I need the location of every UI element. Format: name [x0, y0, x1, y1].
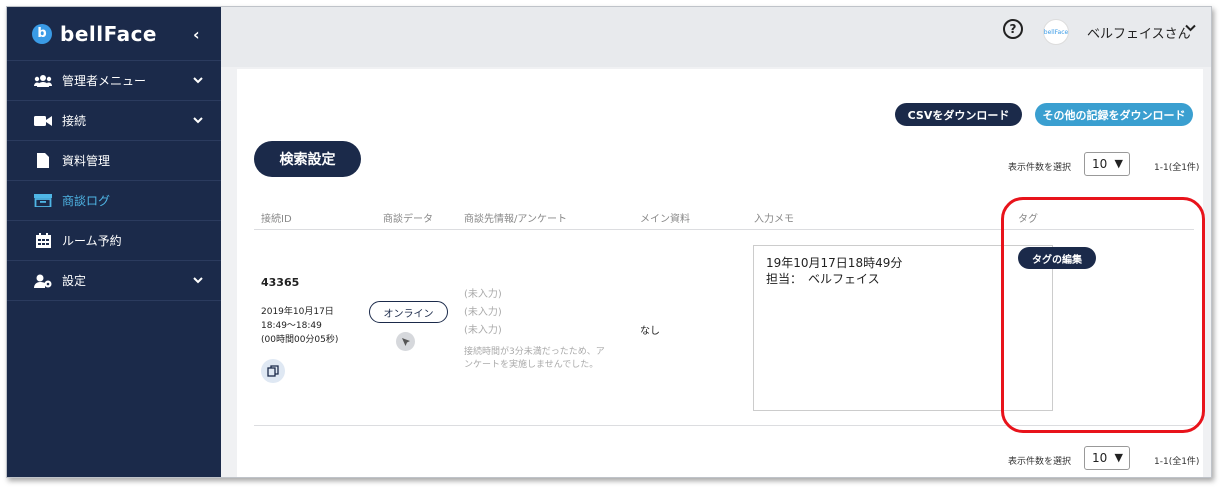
logo-text: bellFace	[60, 21, 157, 46]
chevron-down-icon[interactable]	[193, 74, 203, 87]
chevron-down-icon[interactable]	[193, 274, 203, 287]
per-page-label: 表示件数を選択	[1008, 457, 1072, 467]
sidebar-item-meeting-log[interactable]: 商談ログ	[7, 181, 221, 221]
sidebar-item-label: 設定	[62, 274, 87, 288]
chevron-down-icon[interactable]	[193, 114, 203, 127]
sidebar-item-admin-menu[interactable]: 管理者メニュー	[7, 61, 221, 101]
sidebar-item-room-reservation[interactable]: ルーム予約	[7, 221, 221, 261]
dropdown-caret-icon: ▼	[1114, 451, 1123, 464]
per-page-value: 10	[1092, 451, 1108, 465]
user-gear-icon	[34, 274, 52, 288]
client-info-unfilled: (未入力)	[464, 325, 502, 336]
cursor-icon[interactable]	[396, 332, 415, 351]
users-icon	[34, 74, 52, 88]
client-info-unfilled: (未入力)	[464, 307, 502, 318]
survey-note: ンケートを実施しませんでした。	[464, 360, 599, 370]
document-icon	[34, 153, 52, 168]
sidebar-item-label: 管理者メニュー	[62, 74, 147, 88]
csv-download-button[interactable]: CSVをダウンロード	[895, 103, 1022, 126]
survey-note: 接続時間が3分未満だったため、ア	[464, 347, 605, 357]
sidebar-item-label: 資料管理	[62, 154, 111, 168]
archive-box-icon	[34, 194, 52, 208]
dropdown-caret-icon: ▼	[1114, 157, 1123, 170]
meeting-date: 2019年10月17日	[261, 307, 334, 317]
pager-top: 表示件数を選択 10 ▼ 1-1(全1件)	[1008, 152, 1199, 176]
video-camera-icon	[34, 114, 52, 128]
memo-line: 19年10月17日18時49分	[766, 256, 903, 270]
sidebar-item-label: ルーム予約	[62, 234, 122, 248]
other-records-download-button[interactable]: その他の記録をダウンロード	[1035, 103, 1193, 126]
client-info-unfilled: (未入力)	[464, 289, 502, 300]
result-count: 1-1(全1件)	[1154, 457, 1200, 467]
calendar-icon	[34, 233, 52, 248]
logo-mark: b	[32, 23, 52, 44]
meeting-duration: (00時間00分05秒)	[261, 335, 339, 345]
main-material-value: なし	[640, 326, 660, 337]
memo-line: 担当： ベルフェイス	[766, 272, 880, 286]
per-page-value: 10	[1092, 157, 1108, 171]
top-bar: ? bellFace ベルフェイスさん	[221, 7, 1211, 67]
sidebar-item-label: 接続	[62, 114, 87, 128]
column-header-meeting-data: 商談データ	[383, 214, 433, 225]
connection-id[interactable]: 43365	[261, 276, 299, 289]
logo[interactable]: b bellFace ‹	[7, 7, 221, 61]
sidebar-item-settings[interactable]: 設定	[7, 261, 221, 301]
user-name[interactable]: ベルフェイスさん	[1087, 23, 1191, 42]
tag-column-highlight	[1001, 197, 1205, 433]
help-icon[interactable]: ?	[1003, 19, 1023, 39]
avatar[interactable]: bellFace	[1043, 19, 1069, 45]
search-settings-button[interactable]: 検索設定	[254, 141, 361, 177]
result-count: 1-1(全1件)	[1154, 163, 1200, 173]
app-window: b bellFace ‹ 管理者メニュー 接続 資料管理 商談ログ ルーム予約 …	[6, 6, 1212, 478]
status-badge: オンライン	[369, 301, 448, 323]
column-header-memo: 入力メモ	[754, 214, 794, 225]
per-page-select[interactable]: 10 ▼	[1084, 446, 1130, 470]
pager-bottom: 表示件数を選択 10 ▼ 1-1(全1件)	[1008, 446, 1199, 470]
column-header-connection-id: 接続ID	[261, 214, 292, 225]
user-menu-chevron-icon[interactable]	[1185, 21, 1196, 35]
copy-icon[interactable]	[261, 359, 285, 383]
column-header-client-info: 商談先情報/アンケート	[464, 214, 567, 225]
sidebar-item-connect[interactable]: 接続	[7, 101, 221, 141]
per-page-label: 表示件数を選択	[1008, 163, 1072, 173]
column-header-main-material: メイン資料	[640, 214, 690, 225]
collapse-sidebar-icon[interactable]: ‹	[193, 25, 200, 44]
sidebar: b bellFace ‹ 管理者メニュー 接続 資料管理 商談ログ ルーム予約 …	[7, 7, 221, 477]
sidebar-item-label: 商談ログ	[62, 194, 111, 208]
per-page-select[interactable]: 10 ▼	[1084, 152, 1130, 176]
meeting-time: 18:49〜18:49	[261, 321, 322, 331]
sidebar-item-materials[interactable]: 資料管理	[7, 141, 221, 181]
